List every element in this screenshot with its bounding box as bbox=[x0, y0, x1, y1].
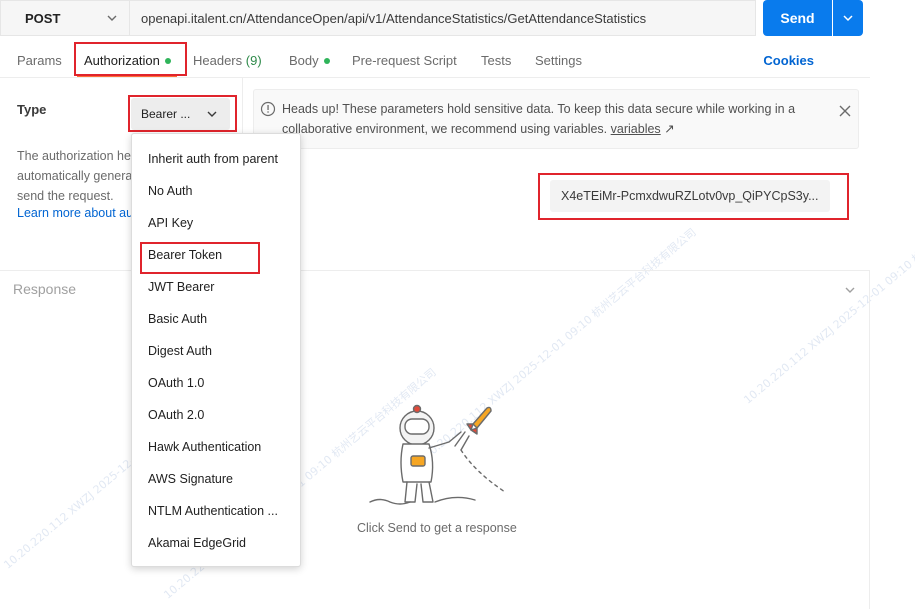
option-oauth-2[interactable]: OAuth 2.0 bbox=[148, 408, 288, 422]
sensitive-data-notice: Heads up! These parameters hold sensitiv… bbox=[253, 89, 859, 149]
option-no-auth[interactable]: No Auth bbox=[148, 184, 288, 198]
auth-type-value: Bearer ... bbox=[141, 107, 191, 121]
tab-count: (9) bbox=[245, 53, 262, 68]
send-options-button[interactable] bbox=[833, 0, 863, 36]
option-oauth-1[interactable]: OAuth 1.0 bbox=[148, 376, 288, 390]
tab-authorization[interactable]: Authorization bbox=[84, 53, 171, 68]
auth-type-select[interactable]: Bearer ... bbox=[131, 98, 230, 130]
empty-response-message: Click Send to get a response bbox=[357, 521, 517, 535]
status-dot bbox=[323, 57, 330, 64]
token-input[interactable]: X4eTEiMr-PcmxdwuRZLotv0vp_QiPYCpS3y... bbox=[550, 180, 830, 212]
request-tabs: Params Authorization Headers (9) Body Pr… bbox=[0, 44, 870, 78]
send-button[interactable]: Send bbox=[763, 0, 832, 36]
token-value: X4eTEiMr-PcmxdwuRZLotv0vp_QiPYCpS3y... bbox=[561, 189, 819, 203]
auth-type-dropdown: Inherit auth from parent No Auth API Key… bbox=[131, 133, 301, 567]
option-bearer-token[interactable]: Bearer Token bbox=[148, 248, 288, 262]
method-label: POST bbox=[25, 10, 61, 26]
tab-settings[interactable]: Settings bbox=[535, 53, 582, 68]
option-basic-auth[interactable]: Basic Auth bbox=[148, 312, 288, 326]
option-akamai-edgegrid[interactable]: Akamai EdgeGrid bbox=[148, 536, 288, 550]
variables-link[interactable]: variables bbox=[611, 122, 661, 136]
active-tab-indicator bbox=[77, 75, 177, 77]
right-border bbox=[869, 270, 870, 609]
response-label: Response bbox=[13, 281, 77, 297]
notice-message: Heads up! These parameters hold sensitiv… bbox=[282, 102, 796, 136]
chevron-down-icon bbox=[843, 15, 853, 22]
external-link-icon: ↗ bbox=[664, 122, 675, 136]
tab-tests[interactable]: Tests bbox=[481, 53, 511, 68]
description-line: send the request. bbox=[17, 189, 114, 203]
option-api-key[interactable]: API Key bbox=[148, 216, 288, 230]
tab-label: Body bbox=[289, 53, 319, 68]
tab-pre-request-script[interactable]: Pre-request Script bbox=[352, 53, 457, 68]
auth-description: The authorization he automatically gener… bbox=[17, 146, 137, 206]
url-input[interactable]: openapi.italent.cn/AttendanceOpen/api/v1… bbox=[129, 0, 756, 36]
option-aws-signature[interactable]: AWS Signature bbox=[148, 472, 288, 486]
option-digest-auth[interactable]: Digest Auth bbox=[148, 344, 288, 358]
tab-label: Authorization bbox=[84, 53, 160, 68]
send-label: Send bbox=[780, 10, 815, 26]
cookies-link[interactable]: Cookies bbox=[763, 53, 814, 68]
method-select[interactable]: POST bbox=[0, 0, 129, 36]
option-inherit-auth[interactable]: Inherit auth from parent bbox=[148, 152, 288, 166]
chevron-down-icon bbox=[207, 111, 217, 117]
tab-label: Headers bbox=[193, 53, 243, 68]
chevron-down-icon[interactable] bbox=[843, 283, 857, 297]
description-line: The authorization he bbox=[17, 149, 131, 163]
tab-params[interactable]: Params bbox=[17, 53, 62, 68]
close-icon[interactable] bbox=[838, 104, 852, 118]
notice-text: Heads up! These parameters hold sensitiv… bbox=[282, 99, 822, 139]
tab-headers[interactable]: Headers (9) bbox=[193, 53, 262, 68]
option-ntlm-auth[interactable]: NTLM Authentication ... bbox=[148, 504, 288, 518]
auth-type-label: Type bbox=[17, 102, 47, 117]
learn-more-link[interactable]: Learn more about au bbox=[17, 206, 137, 220]
option-hawk-auth[interactable]: Hawk Authentication bbox=[148, 440, 288, 454]
tab-body[interactable]: Body bbox=[289, 53, 330, 68]
astronaut-illustration-icon bbox=[369, 404, 506, 505]
chevron-down-icon bbox=[107, 15, 117, 21]
option-jwt-bearer[interactable]: JWT Bearer bbox=[148, 280, 288, 294]
status-dot bbox=[164, 57, 171, 64]
description-line: automatically genera bbox=[17, 169, 133, 183]
info-icon bbox=[260, 101, 276, 117]
url-text: openapi.italent.cn/AttendanceOpen/api/v1… bbox=[141, 10, 647, 26]
